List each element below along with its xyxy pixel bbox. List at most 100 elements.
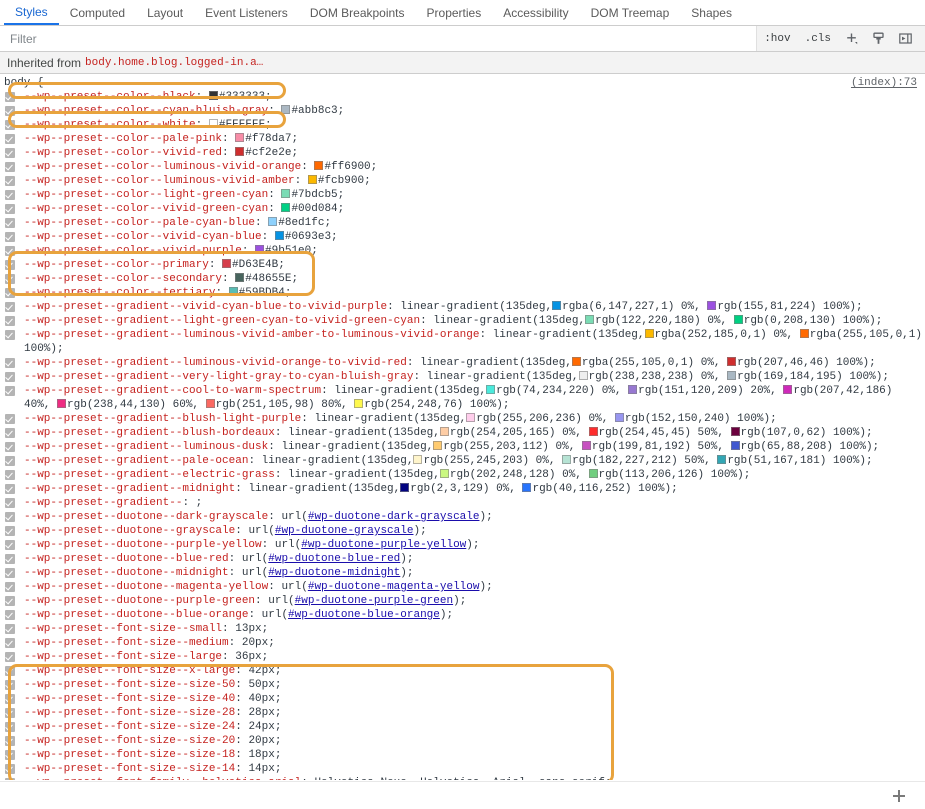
declaration-row[interactable]: --wp--preset--gradient--light-green-cyan… bbox=[0, 314, 925, 328]
declaration-row[interactable]: --wp--preset--duotone--purple-green: url… bbox=[0, 594, 925, 608]
declaration-row[interactable]: --wp--preset--color--pale-pink: #f78da7; bbox=[0, 132, 925, 146]
gradient-stop-value[interactable]: rgb(74,234,220) 0%, bbox=[496, 385, 628, 397]
declaration-row[interactable]: --wp--preset--duotone--magenta-yellow: u… bbox=[0, 580, 925, 594]
declaration-property[interactable]: --wp--preset--gradient--very-light-gray-… bbox=[24, 371, 413, 383]
color-swatch[interactable] bbox=[578, 371, 588, 380]
rules-scrollbar[interactable] bbox=[921, 74, 925, 780]
declaration-value[interactable]: #abb8c3; bbox=[291, 105, 344, 117]
declaration-row[interactable]: --wp--preset--duotone--blue-red: url(#wp… bbox=[0, 552, 925, 566]
color-swatch[interactable] bbox=[733, 315, 743, 324]
declaration-checkbox[interactable] bbox=[5, 512, 15, 522]
declaration-checkbox[interactable] bbox=[5, 498, 15, 508]
declaration-checkbox[interactable] bbox=[5, 568, 15, 578]
gradient-stop-value[interactable]: rgb(122,220,180) 0%, bbox=[595, 315, 734, 327]
declaration-checkbox[interactable] bbox=[5, 134, 15, 144]
color-swatch[interactable] bbox=[581, 441, 591, 450]
color-swatch[interactable] bbox=[208, 119, 218, 128]
gradient-stop-value[interactable]: rgb(51,167,181) 100%); bbox=[727, 455, 872, 467]
color-swatch[interactable] bbox=[730, 441, 740, 450]
declaration-value[interactable]: #f78da7; bbox=[245, 133, 298, 145]
gradient-stop-value[interactable]: rgb(65,88,208) 100%); bbox=[741, 441, 880, 453]
color-swatch[interactable] bbox=[413, 455, 423, 464]
declaration-checkbox[interactable] bbox=[5, 274, 15, 284]
declaration-checkbox[interactable] bbox=[5, 666, 15, 676]
declaration-checkbox[interactable] bbox=[5, 722, 15, 732]
declaration-row[interactable]: --wp--preset--color--vivid-cyan-blue: #0… bbox=[0, 230, 925, 244]
declaration-value[interactable]: 42px; bbox=[248, 665, 281, 677]
color-swatch[interactable] bbox=[614, 413, 624, 422]
color-swatch[interactable] bbox=[255, 245, 265, 254]
cls-toggle-button[interactable]: .cls bbox=[798, 26, 838, 51]
new-style-rule-button[interactable] bbox=[838, 26, 865, 51]
style-rules-pane[interactable]: body { (index):73 --wp--preset--color--b… bbox=[0, 74, 925, 780]
declaration-row[interactable]: --wp--preset--font-size--medium: 20px; bbox=[0, 636, 925, 650]
gradient-stop-value[interactable]: rgb(238,44,130) 60%, bbox=[67, 399, 206, 411]
declaration-row[interactable]: --wp--preset--duotone--dark-grayscale: u… bbox=[0, 510, 925, 524]
declaration-checkbox[interactable] bbox=[5, 428, 15, 438]
declaration-checkbox[interactable] bbox=[5, 764, 15, 774]
tab-shapes[interactable]: Shapes bbox=[680, 0, 743, 25]
declaration-property[interactable]: --wp--preset--duotone--dark-grayscale bbox=[24, 511, 268, 523]
declaration-row[interactable]: --wp--preset--gradient--blush-bordeaux: … bbox=[0, 426, 925, 440]
declaration-property[interactable]: --wp--preset--color--black bbox=[24, 91, 196, 103]
declaration-row[interactable]: --wp--preset--font-size--size-40: 40px; bbox=[0, 692, 925, 706]
duotone-url-link[interactable]: #wp-duotone-blue-red bbox=[268, 553, 400, 565]
declaration-value[interactable]: 36px; bbox=[235, 651, 268, 663]
declaration-row[interactable]: --wp--preset--color--black: #333333; bbox=[0, 90, 925, 104]
color-swatch[interactable] bbox=[235, 273, 245, 282]
color-swatch[interactable] bbox=[585, 315, 595, 324]
declaration-property[interactable]: --wp--preset--gradient--blush-bordeaux bbox=[24, 427, 275, 439]
declaration-value[interactable]: #48655E; bbox=[245, 273, 298, 285]
declaration-property[interactable]: --wp--preset--font-size--size-18 bbox=[24, 749, 235, 761]
color-swatch[interactable] bbox=[400, 483, 410, 492]
declaration-checkbox[interactable] bbox=[5, 414, 15, 424]
declaration-value[interactable]: #fcb900; bbox=[318, 175, 371, 187]
declaration-row[interactable]: --wp--preset--color--vivid-green-cyan: #… bbox=[0, 202, 925, 216]
color-swatch[interactable] bbox=[717, 455, 727, 464]
declaration-value[interactable]: #333333; bbox=[219, 91, 272, 103]
declaration-checkbox[interactable] bbox=[5, 652, 15, 662]
declaration-property[interactable]: --wp--preset--gradient--luminous-vivid-a… bbox=[24, 329, 479, 341]
declaration-checkbox[interactable] bbox=[5, 638, 15, 648]
declaration-checkbox[interactable] bbox=[5, 582, 15, 592]
gradient-stop-value[interactable]: rgb(255,206,236) 0%, bbox=[476, 413, 615, 425]
gradient-stop-value[interactable]: rgb(107,0,62) 100%); bbox=[741, 427, 873, 439]
declaration-property[interactable]: --wp--preset--color--light-green-cyan bbox=[24, 189, 268, 201]
declaration-property[interactable]: --wp--preset--gradient--blush-light-purp… bbox=[24, 413, 301, 425]
gradient-stop-value[interactable]: rgb(152,150,240) 100%); bbox=[625, 413, 777, 425]
color-swatch[interactable] bbox=[228, 287, 238, 296]
declaration-value[interactable]: 18px; bbox=[248, 749, 281, 761]
declaration-checkbox[interactable] bbox=[5, 92, 15, 102]
declaration-property[interactable]: --wp--preset--font-size--x-large bbox=[24, 665, 235, 677]
gradient-stop-value[interactable]: rgb(169,184,195) 100%); bbox=[737, 371, 889, 383]
declaration-value[interactable]: 50px; bbox=[248, 679, 281, 691]
color-swatch[interactable] bbox=[588, 469, 598, 478]
color-swatch[interactable] bbox=[799, 329, 809, 338]
declaration-checkbox[interactable] bbox=[5, 148, 15, 158]
declaration-row[interactable]: --wp--preset--color--pale-cyan-blue: #8e… bbox=[0, 216, 925, 230]
declaration-row[interactable]: --wp--preset--font-size--size-50: 50px; bbox=[0, 678, 925, 692]
tab-event-listeners[interactable]: Event Listeners bbox=[194, 0, 299, 25]
declaration-row[interactable]: --wp--preset--duotone--purple-yellow: ur… bbox=[0, 538, 925, 552]
color-swatch[interactable] bbox=[268, 217, 278, 226]
declaration-property[interactable]: --wp--preset--font-family--helvetica-ari… bbox=[24, 777, 301, 780]
toggle-sidebar-icon[interactable] bbox=[892, 26, 919, 51]
declaration-property[interactable]: --wp--preset--font-size--small bbox=[24, 623, 222, 635]
declaration-row[interactable]: --wp--preset--gradient--luminous-vivid-a… bbox=[0, 328, 925, 356]
duotone-url-link[interactable]: #wp-duotone-dark-grayscale bbox=[308, 511, 480, 523]
declaration-checkbox[interactable] bbox=[5, 162, 15, 172]
declaration-row[interactable]: --wp--preset--font-size--size-14: 14px; bbox=[0, 762, 925, 776]
declaration-value[interactable]: #FFFFFF; bbox=[219, 119, 272, 131]
duotone-url-link[interactable]: #wp-duotone-blue-orange bbox=[288, 609, 440, 621]
declaration-row[interactable]: --wp--preset--gradient--luminous-dusk: l… bbox=[0, 440, 925, 454]
declaration-value[interactable]: 13px; bbox=[235, 623, 268, 635]
declaration-value[interactable]: 14px; bbox=[248, 763, 281, 775]
declaration-checkbox[interactable] bbox=[5, 288, 15, 298]
declaration-row[interactable]: --wp--preset--color--white: #FFFFFF; bbox=[0, 118, 925, 132]
declaration-value[interactable]: 40px; bbox=[248, 693, 281, 705]
declaration-row[interactable]: --wp--preset--duotone--blue-orange: url(… bbox=[0, 608, 925, 622]
tab-dom-breakpoints[interactable]: DOM Breakpoints bbox=[299, 0, 416, 25]
gradient-stop-value[interactable]: rgb(202,248,128) 0%, bbox=[450, 469, 589, 481]
declaration-row[interactable]: --wp--preset--gradient--pale-ocean: line… bbox=[0, 454, 925, 468]
declaration-property[interactable]: --wp--preset--font-size--size-50 bbox=[24, 679, 235, 691]
